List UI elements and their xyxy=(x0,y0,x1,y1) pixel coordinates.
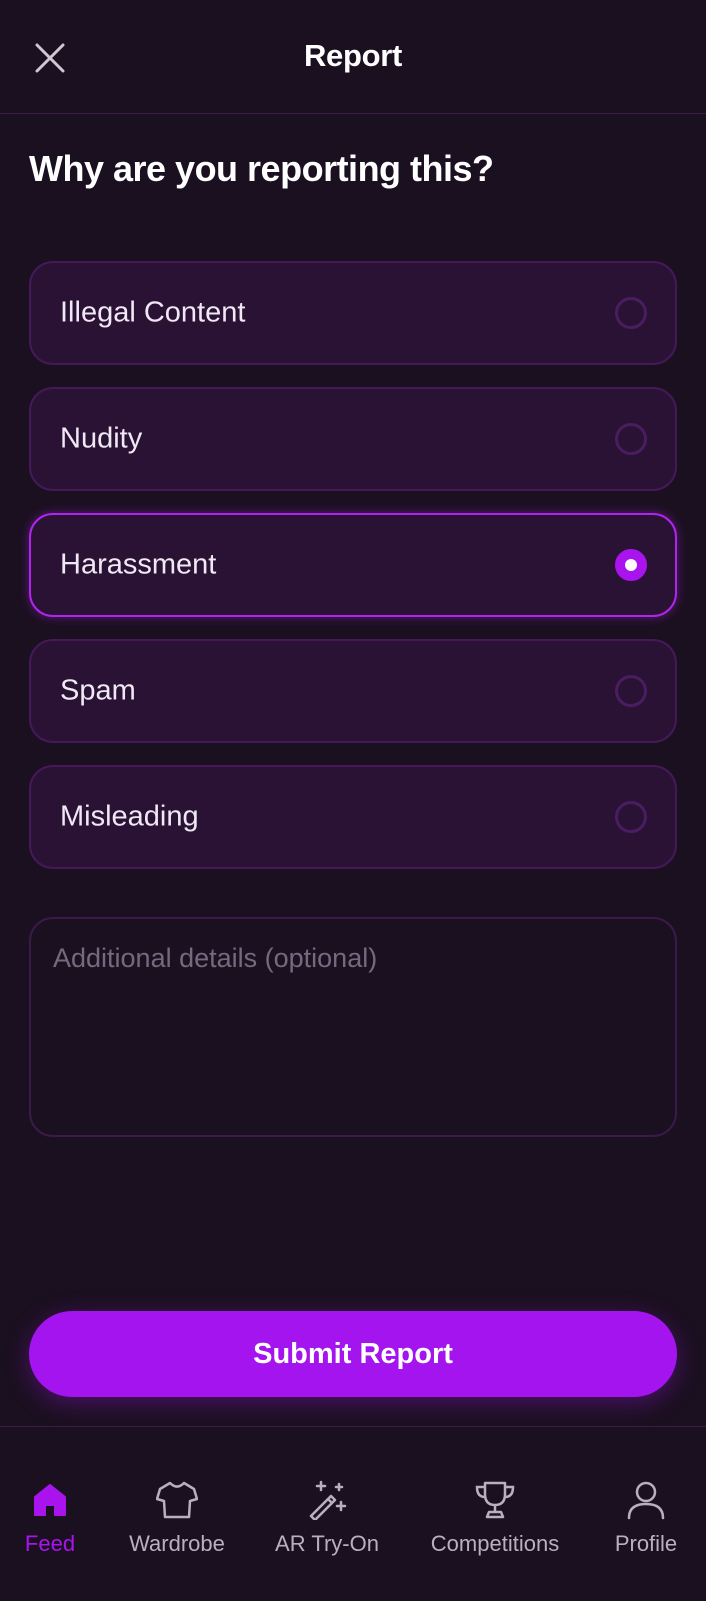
nav-item-profile[interactable]: Profile xyxy=(604,1427,688,1601)
magic-wand-icon xyxy=(306,1479,348,1521)
option-label: Illegal Content xyxy=(60,296,246,329)
nav-label-wardrobe: Wardrobe xyxy=(129,1531,225,1556)
submit-report-button[interactable]: Submit Report xyxy=(29,1311,677,1397)
option-nudity[interactable]: Nudity xyxy=(29,387,677,491)
radio-unchecked[interactable] xyxy=(615,675,647,707)
option-label: Nudity xyxy=(60,422,143,455)
radio-unchecked[interactable] xyxy=(615,297,647,329)
nav-label-profile: Profile xyxy=(614,1531,678,1556)
nav-item-feed[interactable]: Feed xyxy=(12,1427,88,1601)
option-illegal-content[interactable]: Illegal Content xyxy=(29,261,677,365)
nav-label-ar-try-on: AR Try-On xyxy=(275,1531,379,1556)
radio-unchecked[interactable] xyxy=(615,801,647,833)
header-bar: Report xyxy=(0,0,706,114)
page-title: Report xyxy=(303,38,403,73)
option-label: Misleading xyxy=(60,800,199,833)
nav-item-wardrobe[interactable]: Wardrobe xyxy=(118,1427,236,1601)
option-label: Harassment xyxy=(60,548,217,581)
radio-unchecked[interactable] xyxy=(615,423,647,455)
option-harassment[interactable]: Harassment xyxy=(29,513,677,617)
option-spam[interactable]: Spam xyxy=(29,639,677,743)
option-label: Spam xyxy=(60,674,136,707)
report-question: Why are you reporting this? xyxy=(29,148,494,189)
user-icon xyxy=(625,1479,667,1521)
details-field-wrapper xyxy=(29,917,677,1137)
trophy-icon xyxy=(474,1479,516,1521)
report-options: Illegal Content Nudity Harassment Spam M… xyxy=(29,261,677,891)
nav-label-competitions: Competitions xyxy=(430,1531,560,1556)
radio-checked[interactable] xyxy=(615,549,647,581)
option-misleading[interactable]: Misleading xyxy=(29,765,677,869)
nav-item-ar-try-on[interactable]: AR Try-On xyxy=(268,1427,386,1601)
bottom-nav: Feed Wardrobe AR Try-On Competitions Pro… xyxy=(0,1426,706,1600)
shirt-icon xyxy=(156,1479,198,1521)
home-icon xyxy=(29,1479,71,1521)
radio-dot xyxy=(625,559,637,571)
additional-details-input[interactable] xyxy=(31,919,675,1135)
nav-item-competitions[interactable]: Competitions xyxy=(424,1427,566,1601)
nav-label-feed: Feed xyxy=(24,1531,76,1556)
